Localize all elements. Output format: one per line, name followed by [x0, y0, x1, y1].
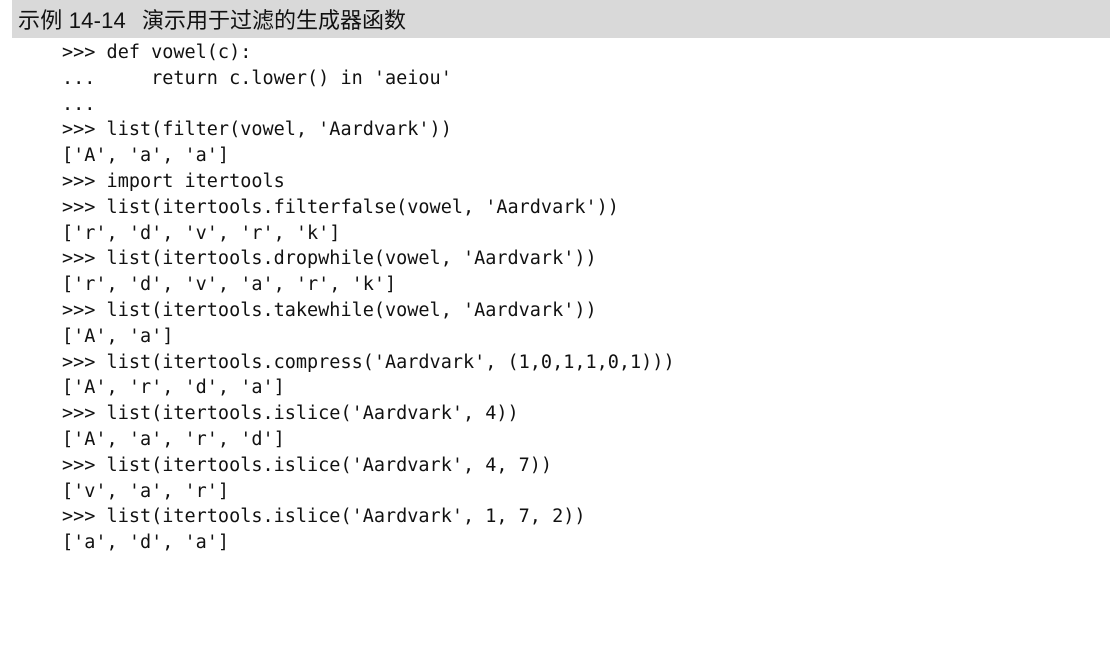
code-line: ['v', 'a', 'r']	[62, 480, 230, 502]
code-line: ['A', 'a']	[62, 325, 174, 347]
code-line: ['A', 'a', 'a']	[62, 145, 230, 167]
code-line: ['A', 'r', 'd', 'a']	[62, 377, 285, 399]
code-line: ...	[62, 93, 96, 115]
code-line: >>> def vowel(c):	[62, 42, 252, 63]
example-label: 示例 14-14	[18, 8, 126, 33]
code-line: ['r', 'd', 'v', 'r', 'k']	[62, 222, 341, 244]
code-line: >>> list(itertools.filterfalse(vowel, 'A…	[62, 196, 619, 218]
code-line: ['A', 'a', 'r', 'd']	[62, 428, 285, 450]
code-line: >>> list(itertools.compress('Aardvark', …	[62, 351, 675, 373]
code-line: >>> list(itertools.islice('Aardvark', 4,…	[62, 454, 553, 476]
code-line: ... return c.lower() in 'aeiou'	[62, 67, 452, 89]
code-line: >>> list(itertools.islice('Aardvark', 4)…	[62, 403, 519, 425]
code-line: ['a', 'd', 'a']	[62, 532, 230, 554]
code-line: >>> list(itertools.islice('Aardvark', 1,…	[62, 506, 586, 528]
code-line: >>> list(filter(vowel, 'Aardvark'))	[62, 119, 452, 141]
code-line: >>> list(itertools.dropwhile(vowel, 'Aar…	[62, 248, 597, 270]
example-header: 示例 14-14 演示用于过滤的生成器函数	[12, 0, 1110, 38]
code-line: ['r', 'd', 'v', 'a', 'r', 'k']	[62, 274, 397, 296]
example-title: 演示用于过滤的生成器函数	[141, 9, 406, 34]
code-line: >>> import itertools	[62, 170, 285, 192]
code-line: >>> list(itertools.takewhile(vowel, 'Aar…	[62, 299, 597, 321]
code-block: >>> def vowel(c): ... return c.lower() i…	[62, 40, 675, 556]
